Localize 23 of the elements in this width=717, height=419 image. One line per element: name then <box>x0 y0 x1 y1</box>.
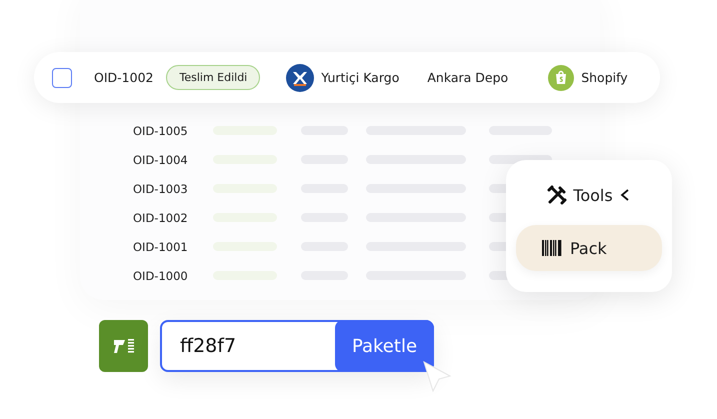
shopping-bag-icon <box>548 64 574 90</box>
order-id: OID-1001 <box>133 240 189 254</box>
carrier-logo-icon <box>286 64 314 92</box>
status-tag: Teslim Edildi <box>166 65 260 90</box>
order-id: OID-1000 <box>133 268 189 282</box>
chevron-left-icon[interactable] <box>618 188 631 202</box>
order-id: OID-1002 <box>94 70 154 85</box>
order-id: OID-1003 <box>133 182 189 196</box>
scanner-button[interactable] <box>99 320 148 372</box>
pack-button[interactable]: Paketle <box>335 320 434 372</box>
tools-icon <box>547 185 568 205</box>
barcode-icon <box>542 240 562 256</box>
order-id: OID-1002 <box>133 210 189 224</box>
warehouse-name: Ankara Depo <box>427 70 508 85</box>
barcode-field[interactable]: ff28f7 Paketle <box>160 320 434 372</box>
menu-item[interactable]: Pack <box>516 225 662 271</box>
carrier-name: Yurtiçi Kargo <box>321 70 400 85</box>
menu-title: Tools <box>573 186 613 204</box>
order-id: OID-1004 <box>133 152 189 166</box>
barcode-scanner-icon <box>112 336 136 356</box>
checkbox[interactable] <box>52 68 72 88</box>
store-name: Shopify <box>581 70 628 85</box>
order-id: OID-1005 <box>133 124 189 138</box>
